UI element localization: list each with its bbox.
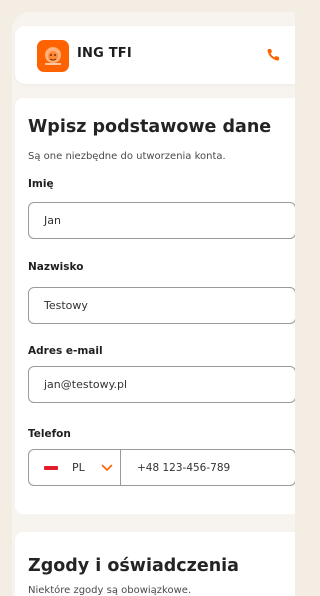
consents-title: Zgody i oświadczenia	[28, 556, 239, 576]
email-field[interactable]: jan@testowy.pl	[28, 366, 295, 403]
consents-subtitle: Niektóre zgody są obowiązkowe.	[28, 585, 192, 596]
app-screen: ING TFI Wpisz podstawowe dane Są one nie…	[12, 12, 295, 596]
phone-field: PL +48 123-456-789	[28, 449, 295, 486]
phone-number-input[interactable]: +48 123-456-789	[121, 450, 230, 485]
phone-icon[interactable]	[265, 47, 281, 63]
country-code-value: PL	[72, 461, 85, 474]
phone-number-value: +48 123-456-789	[137, 461, 231, 474]
poland-flag-icon	[44, 465, 58, 470]
basic-data-card: Wpisz podstawowe dane Są one niezbędne d…	[15, 98, 295, 514]
first-name-label: Imię	[28, 178, 54, 190]
first-name-field[interactable]: Jan	[28, 202, 295, 239]
app-header: ING TFI	[15, 26, 295, 84]
last-name-label: Nazwisko	[28, 261, 84, 273]
phone-label: Telefon	[28, 428, 71, 440]
last-name-value: Testowy	[44, 299, 88, 312]
email-label: Adres e-mail	[28, 345, 103, 357]
chevron-down-icon	[101, 464, 113, 471]
email-value: jan@testowy.pl	[44, 378, 128, 391]
last-name-field[interactable]: Testowy	[28, 287, 295, 324]
first-name-value: Jan	[44, 214, 61, 227]
consents-card: Zgody i oświadczenia Niektóre zgody są o…	[15, 532, 295, 596]
country-code-select[interactable]: PL	[29, 450, 121, 485]
section-subtitle: Są one niezbędne do utworzenia konta.	[28, 151, 226, 162]
ing-lion-logo-icon	[37, 40, 69, 72]
brand-name: ING TFI	[77, 46, 132, 61]
section-title: Wpisz podstawowe dane	[28, 117, 272, 137]
